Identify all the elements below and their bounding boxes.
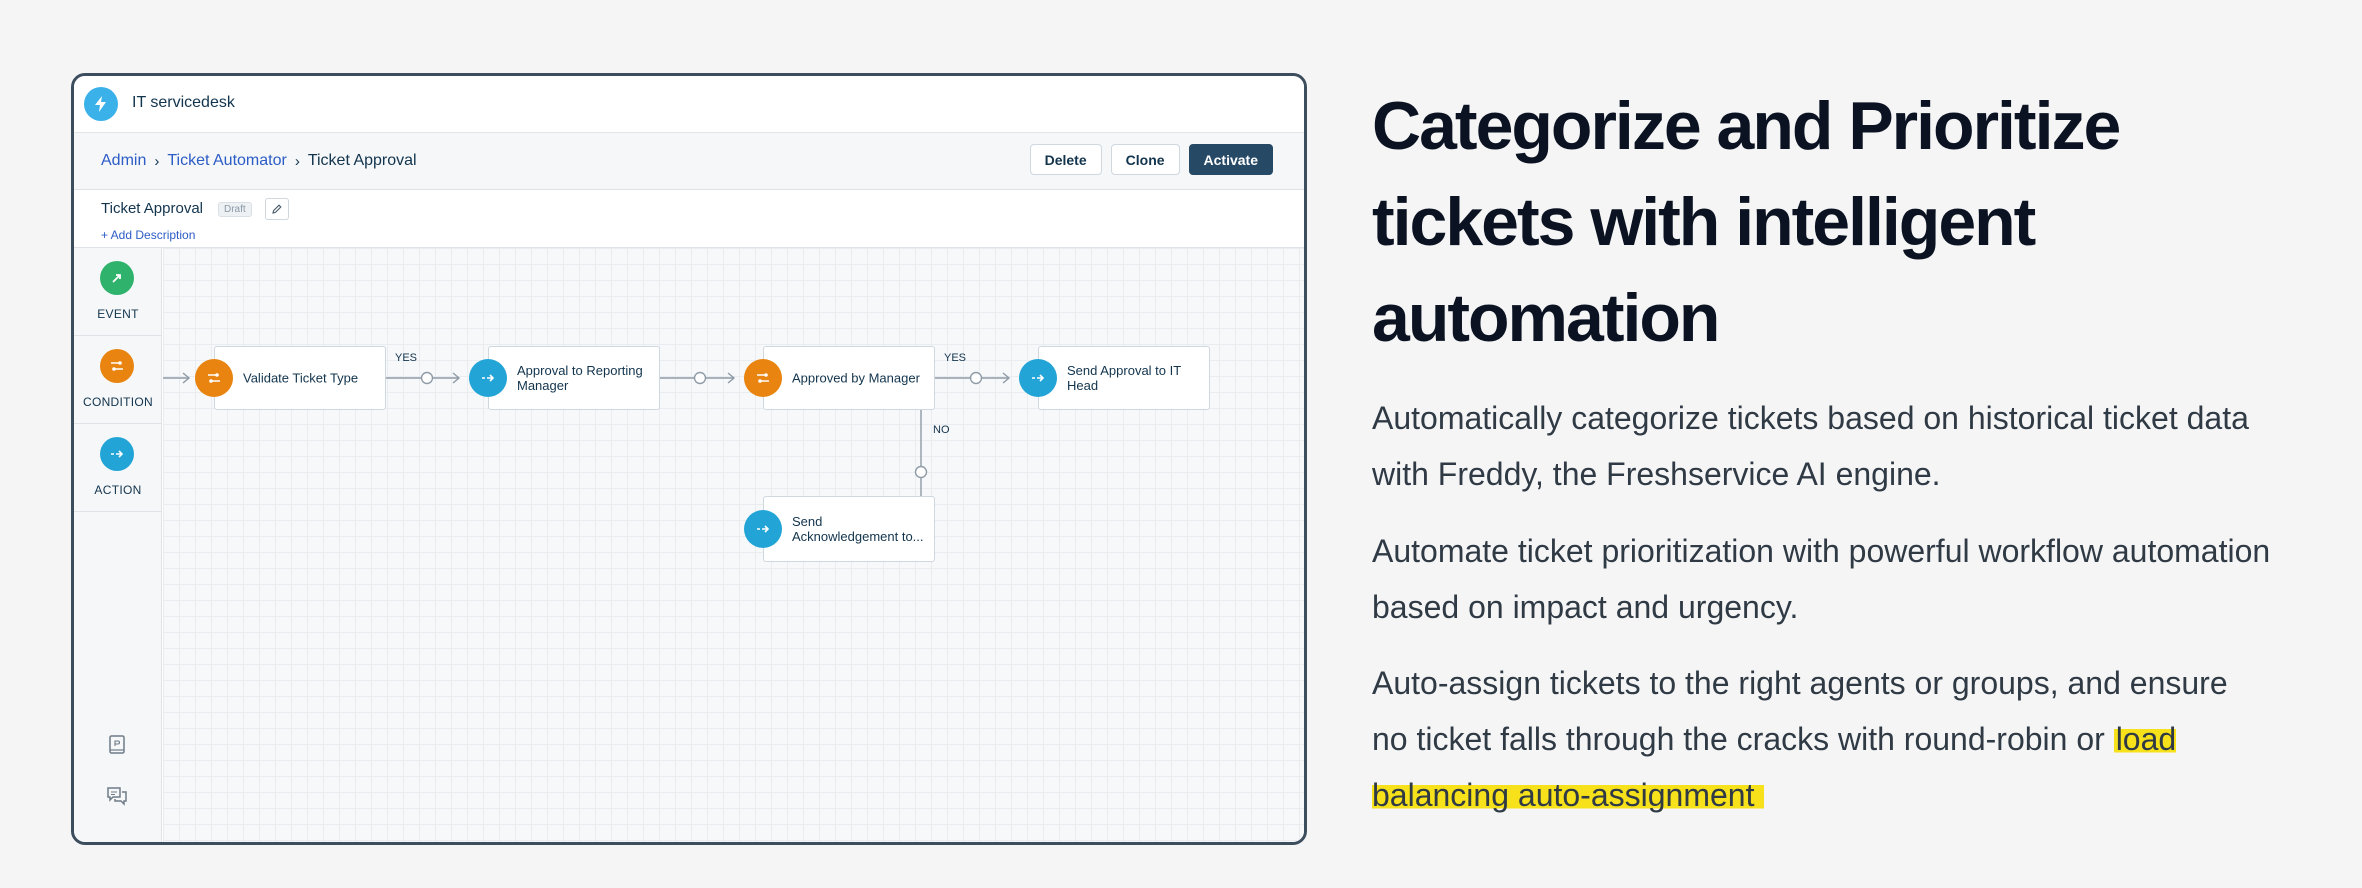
node-send-approval-it-head[interactable]: Send Approval to IT Head: [1038, 346, 1210, 410]
edge-lines: [163, 371, 1011, 528]
node-palette: EVENT CONDITION ACTION: [74, 248, 162, 842]
header-actions: Delete Clone Activate: [1029, 144, 1273, 175]
app-window: IT servicedesk Admin › Ticket Automator …: [71, 73, 1307, 845]
palette-label: CONDITION: [82, 395, 154, 409]
node-label: Approval to Reporting Manager: [517, 363, 643, 393]
chevron-right-icon: ›: [154, 152, 160, 170]
edge-label-yes: YES: [395, 352, 418, 364]
workflow-title-bar: Ticket Approval Draft + Add Description: [74, 190, 1304, 248]
node-label: Approved by Manager: [792, 370, 920, 386]
edge-label-yes: YES: [944, 352, 967, 364]
paragraph-categorize: Automatically categorize tickets based o…: [1372, 400, 2249, 492]
headline: Categorize and Prioritize tickets with i…: [1372, 88, 2121, 356]
node-label: Send Approval to IT Head: [1067, 363, 1181, 393]
edge-connector: [420, 371, 434, 385]
action-icon: [469, 359, 507, 397]
paragraph-assign: Auto-assign tickets to the right agents …: [1372, 655, 2272, 823]
workflow-canvas[interactable]: YES YES NO Validate Ticket Type Approval…: [163, 248, 1304, 842]
condition-icon: [100, 349, 134, 383]
paragraph-assign-text: Auto-assign tickets to the right agents …: [1372, 665, 2228, 757]
edge-connector: [693, 371, 707, 385]
activate-button[interactable]: Activate: [1188, 144, 1273, 175]
condition-icon: [744, 359, 782, 397]
paragraph-prioritize: Automate ticket prioritization with powe…: [1372, 533, 2271, 625]
edge-connector: [914, 465, 928, 479]
chevron-right-icon: ›: [294, 152, 300, 170]
action-icon: [100, 437, 134, 471]
node-validate-ticket-type[interactable]: Validate Ticket Type: [214, 346, 386, 410]
action-icon: [744, 510, 782, 548]
app-title: IT servicedesk: [132, 94, 235, 111]
node-label: Validate Ticket Type: [243, 370, 359, 386]
status-badge: Draft: [218, 202, 252, 217]
breadcrumb: Admin › Ticket Automator › Ticket Approv…: [101, 152, 417, 170]
pointer-icon: [100, 261, 134, 295]
workflow-name: Ticket Approval: [101, 200, 203, 217]
condition-icon: [195, 359, 233, 397]
edge-label-no: NO: [933, 424, 950, 436]
action-icon: [1019, 359, 1057, 397]
pencil-icon[interactable]: [265, 198, 289, 220]
breadcrumb-current: Ticket Approval: [307, 152, 417, 169]
node-send-acknowledgement[interactable]: Send Acknowledgement to...: [763, 496, 935, 562]
palette-label: ACTION: [94, 483, 142, 497]
breadcrumb-ticket-automator[interactable]: Ticket Automator: [167, 152, 286, 170]
top-bar: IT servicedesk: [74, 76, 1304, 133]
node-approved-by-manager[interactable]: Approved by Manager: [763, 346, 935, 410]
edge-connector: [969, 371, 983, 385]
lightning-logo-icon[interactable]: [84, 87, 118, 121]
node-approval-reporting-manager[interactable]: Approval to Reporting Manager: [488, 346, 660, 410]
clone-button[interactable]: Clone: [1110, 144, 1180, 175]
palette-label: EVENT: [97, 307, 139, 321]
palette-item-action[interactable]: ACTION: [74, 424, 162, 512]
node-label: Send Acknowledgement to...: [792, 514, 924, 544]
add-description-link[interactable]: + Add Description: [101, 228, 195, 242]
notebook-icon[interactable]: [104, 732, 130, 758]
chat-icon[interactable]: [104, 783, 130, 809]
palette-item-condition[interactable]: CONDITION: [74, 336, 162, 424]
breadcrumb-admin[interactable]: Admin: [101, 152, 146, 170]
palette-item-event[interactable]: EVENT: [74, 248, 162, 336]
delete-button[interactable]: Delete: [1029, 144, 1102, 175]
